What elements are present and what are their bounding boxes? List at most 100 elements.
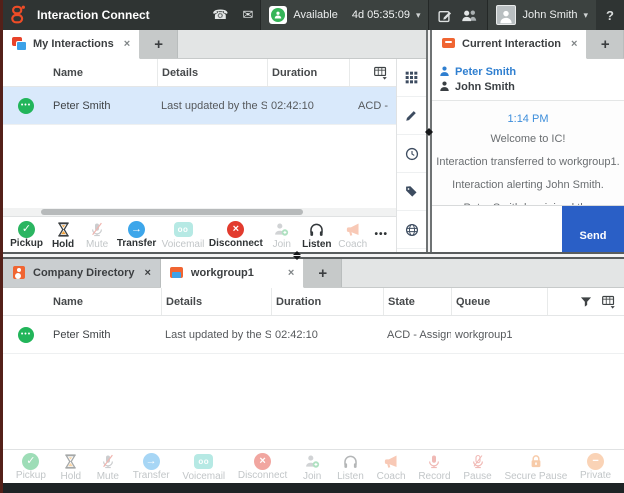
tab-company-directory[interactable]: Company Directory ×	[3, 259, 161, 287]
hourglass-icon	[55, 221, 72, 239]
person-icon	[440, 66, 449, 77]
tab-my-interactions[interactable]: My Interactions ×	[3, 30, 141, 59]
transfer-button: → Transfer	[132, 453, 170, 481]
tab-workgroup1[interactable]: workgroup1 ×	[160, 259, 305, 288]
directory-people-icon[interactable]	[460, 7, 479, 24]
close-icon[interactable]: ×	[124, 38, 130, 50]
hold-button: Hold	[54, 452, 88, 482]
disconnect-button: × Disconnect	[237, 453, 288, 481]
user-menu[interactable]: John Smith ▾	[487, 0, 597, 30]
column-picker-icon[interactable]	[373, 65, 388, 80]
column-picker-icon[interactable]	[601, 294, 616, 309]
interactions-table-header: Name Details Duration	[3, 59, 396, 87]
table-row[interactable]: ••• Peter Smith Last updated by the Syst…	[3, 87, 396, 125]
voicemail-icon: oo	[173, 222, 193, 237]
chat-message-input[interactable]	[432, 206, 562, 252]
lock-icon	[528, 453, 544, 471]
mute-icon	[89, 221, 105, 239]
filter-icon[interactable]	[579, 295, 593, 309]
col-duration[interactable]: Duration	[267, 59, 349, 86]
chat-icon: •••	[18, 326, 34, 343]
voicemail-button: oo Voicemail	[159, 220, 207, 250]
close-icon[interactable]: ×	[144, 267, 150, 279]
system-message: Interaction alerting John Smith.	[452, 179, 604, 191]
row-queue: workgroup1	[455, 328, 513, 341]
coach-button: Coach	[372, 452, 411, 482]
email-icon[interactable]: ✉	[242, 0, 253, 30]
history-clock-icon[interactable]	[397, 135, 426, 173]
current-interaction-icon	[441, 37, 456, 51]
col-name[interactable]: Name	[49, 59, 157, 86]
current-interaction-tabbar: Current Interaction × +	[432, 30, 624, 59]
send-button[interactable]: Send	[562, 206, 624, 252]
add-tab-button[interactable]: +	[140, 30, 179, 58]
horizontal-scrollbar[interactable]	[3, 208, 396, 216]
disconnect-button[interactable]: × Disconnect	[207, 220, 265, 249]
col-details[interactable]: Details	[161, 288, 271, 315]
splitter-handle-icon[interactable]	[421, 128, 437, 136]
pickup-button: ✓ Pickup	[15, 453, 46, 481]
pickup-icon: ✓	[22, 453, 40, 470]
add-tab-button[interactable]: +	[587, 30, 624, 58]
hold-button[interactable]: Hold	[46, 220, 80, 250]
splitter-handle-icon[interactable]	[293, 247, 301, 264]
pickup-button[interactable]: ✓ Pickup	[7, 220, 46, 249]
globe-icon[interactable]	[397, 211, 426, 249]
compose-icon[interactable]	[437, 7, 454, 24]
participant-row[interactable]: Peter Smith	[438, 64, 618, 79]
my-interactions-icon	[12, 37, 27, 51]
transfer-button[interactable]: → Transfer	[114, 220, 159, 249]
row-state: ACD - Assign…	[387, 328, 451, 341]
pause-button: Pause	[458, 452, 496, 482]
scrollbar-thumb[interactable]	[41, 209, 303, 215]
table-row[interactable]: ••• Peter Smith Last updated by the Syst…	[3, 316, 624, 354]
phone-icon[interactable]: ☎	[212, 0, 228, 30]
add-tab-button[interactable]: +	[304, 259, 343, 287]
record-mic-icon	[426, 453, 442, 471]
transfer-icon: →	[128, 221, 146, 238]
close-icon[interactable]: ×	[288, 267, 294, 279]
coach-button: Coach	[335, 220, 371, 250]
private-button: − Private	[579, 453, 612, 481]
col-queue[interactable]: Queue	[451, 288, 547, 315]
row-details: Last updated by the Syste	[161, 99, 267, 112]
workgroup-icon	[169, 266, 185, 280]
app-title: Interaction Connect	[37, 8, 150, 22]
close-icon[interactable]: ×	[571, 38, 577, 50]
row-name: Peter Smith	[53, 99, 111, 112]
apps-grid-icon[interactable]	[397, 59, 426, 97]
col-state[interactable]: State	[383, 288, 451, 315]
side-icon-rail	[396, 59, 426, 252]
listen-button: Listen	[332, 452, 369, 482]
col-details[interactable]: Details	[157, 59, 267, 86]
interaction-toolbar: ✓ Pickup Hold Mute → Transfer oo Voicema…	[3, 216, 396, 252]
tag-icon[interactable]	[397, 173, 426, 211]
company-directory-icon	[12, 266, 27, 280]
row-duration: 02:42:10	[271, 99, 314, 112]
col-duration[interactable]: Duration	[271, 288, 383, 315]
pickup-icon: ✓	[18, 221, 36, 238]
horizontal-splitter[interactable]	[3, 251, 624, 260]
mute-button: Mute	[91, 452, 125, 482]
status-selector[interactable]: Available 4d 05:35:09 ▾	[260, 0, 429, 30]
row-name: Peter Smith	[53, 328, 111, 341]
row-details: Last updated by the Syste	[165, 328, 271, 341]
user-avatar	[496, 5, 517, 25]
chat-icon: •••	[18, 97, 34, 114]
hourglass-icon	[62, 453, 79, 471]
message-timestamp: 1:14 PM	[507, 113, 549, 125]
app-window: Interaction Connect ☎ ✉ Available 4d 05:…	[0, 0, 624, 493]
listen-button[interactable]: Listen	[299, 220, 335, 250]
help-button[interactable]: ?	[596, 8, 624, 23]
tab-current-interaction[interactable]: Current Interaction ×	[432, 30, 588, 59]
vertical-splitter[interactable]	[425, 30, 433, 252]
queue-table-header: Name Details Duration State Queue	[3, 288, 624, 316]
queue-tabbar: Company Directory × workgroup1 × +	[3, 259, 624, 288]
join-button: Join	[265, 220, 299, 250]
status-timer: 4d 05:35:09	[351, 9, 410, 21]
more-actions-button[interactable]: •••	[371, 229, 393, 240]
secure-pause-button: Secure Pause	[500, 452, 572, 482]
row-duration: 02:42:10	[275, 328, 318, 341]
col-name[interactable]: Name	[49, 288, 161, 315]
participant-row[interactable]: John Smith	[438, 79, 618, 94]
